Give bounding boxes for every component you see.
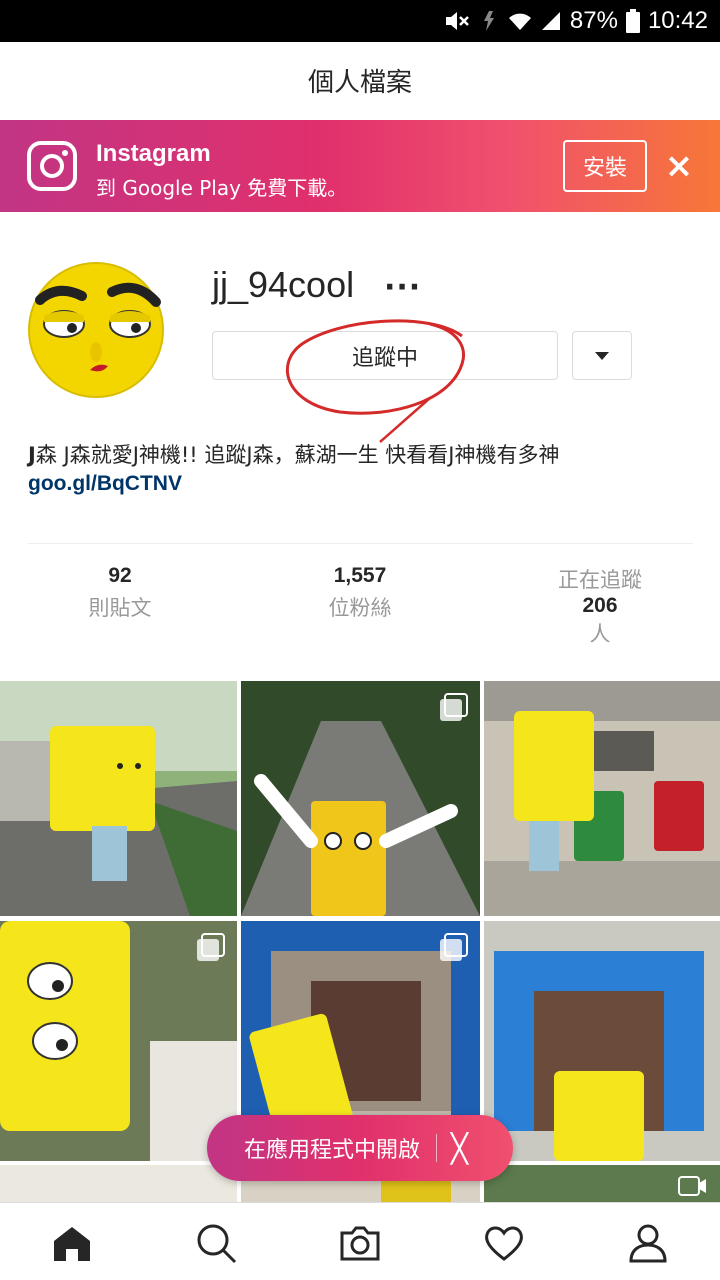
followers-label: 位粉絲 [328,596,392,620]
clock: 10:42 [647,7,708,34]
followers-stat[interactable]: 1,557 位粉絲 [300,564,420,622]
grid-photo[interactable] [484,681,720,916]
username: jj_94cool [212,264,355,305]
mute-icon [444,9,470,33]
bio-link[interactable]: goo.gl/BqCTNV [28,472,182,496]
video-camera-icon [678,1176,706,1196]
following-label-bottom: 人 [589,622,611,646]
search-icon[interactable] [194,1221,238,1265]
grid-photo[interactable] [484,921,720,1161]
close-open-in-app-button[interactable]: ╳ [451,1132,468,1165]
grid-photo[interactable] [0,921,237,1161]
followers-count: 1,557 [333,564,387,587]
bio: J森 J森就愛J神機!! 追蹤J森，蘇湖一生 快看看J神機有多神 [28,440,698,470]
suggestions-dropdown-button[interactable] [572,331,632,380]
following-label-top: 正在追蹤 [558,568,642,592]
instagram-logo-icon [27,141,77,191]
open-in-app-label: 在應用程式中開啟 [244,1138,421,1163]
battery-icon [625,9,640,33]
install-button[interactable]: 安裝 [563,140,647,192]
camera-icon[interactable] [338,1221,382,1265]
separator [436,1134,438,1162]
grid-video[interactable] [484,1165,720,1205]
bio-prefix: J [28,443,36,467]
wifi-icon [508,10,532,32]
home-icon[interactable] [50,1221,94,1265]
posts-stat[interactable]: 92 則貼文 [60,564,180,622]
page-title: 個人檔案 [307,67,412,98]
divider [28,543,693,544]
grid-photo[interactable] [241,681,480,916]
signal-icon [540,10,562,32]
posts-label: 則貼文 [88,596,152,620]
status-bar: 87% 10:42 [0,0,720,42]
profile-icon[interactable] [626,1221,670,1265]
bottom-nav [0,1202,720,1280]
install-banner: Instagram 到 Google Play 免費下載。 安裝 × [0,120,720,212]
avatar[interactable] [28,262,164,398]
multiple-photos-icon [440,933,468,961]
posts-count: 92 [108,564,132,587]
multiple-photos-icon [440,693,468,721]
data-saver-icon [478,9,500,33]
close-banner-button[interactable]: × [664,146,694,186]
banner-app-name: Instagram [96,140,211,167]
following-stat[interactable]: 正在追蹤 206 人 [540,564,660,648]
battery-percent: 87% [569,7,618,34]
following-count: 206 [582,594,618,617]
more-options-button[interactable]: ··· [384,270,421,305]
bio-text: 森 J森就愛J神機!! 追蹤J森，蘇湖一生 快看看J神機有多神 [35,443,560,467]
heart-icon[interactable] [482,1221,526,1265]
caret-down-icon [595,351,609,360]
grid-photo[interactable] [0,681,237,916]
following-button[interactable]: 追蹤中 [212,331,558,380]
open-in-app-button[interactable]: 在應用程式中開啟 ╳ [207,1115,513,1181]
grid-photo[interactable] [0,1165,237,1205]
multiple-photos-icon [197,933,225,961]
banner-subtitle: 到 Google Play 免費下載。 [96,176,348,200]
